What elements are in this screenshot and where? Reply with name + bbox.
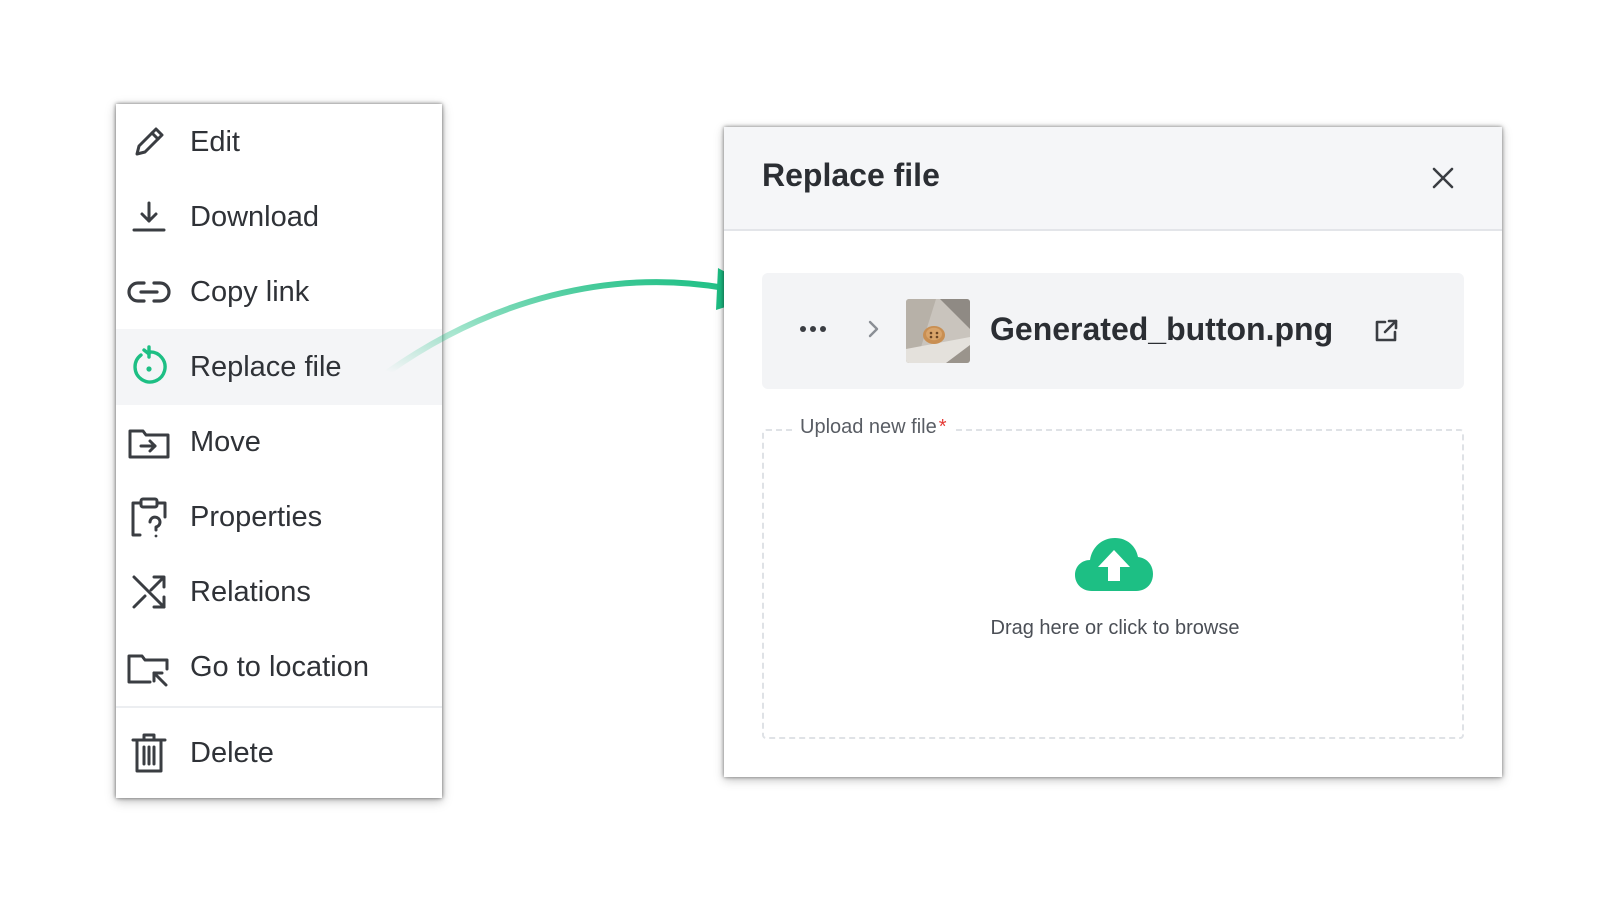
- menu-item-label: Edit: [190, 125, 240, 158]
- folder-goto-icon: [126, 644, 172, 690]
- menu-item-label: Download: [190, 200, 319, 233]
- menu-item-label: Replace file: [190, 350, 342, 383]
- close-icon: [1432, 167, 1454, 189]
- menu-item-relations[interactable]: Relations: [116, 554, 442, 630]
- menu-item-download[interactable]: Download: [116, 179, 442, 255]
- clipboard-question-icon: [126, 494, 172, 540]
- download-icon: [126, 194, 172, 240]
- dialog-header: Replace file: [724, 127, 1502, 231]
- file-thumbnail: [906, 299, 970, 363]
- upload-label-text: Upload new file: [800, 416, 937, 438]
- menu-item-label: Properties: [190, 500, 323, 533]
- context-menu: Edit Download Copy link Replace file Mov…: [116, 104, 442, 798]
- menu-item-label: Relations: [190, 575, 311, 608]
- link-icon: [126, 269, 172, 315]
- menu-item-delete[interactable]: Delete: [116, 708, 442, 798]
- cloud-upload-icon: [1074, 535, 1154, 593]
- menu-item-label: Delete: [190, 736, 274, 769]
- menu-item-move[interactable]: Move: [116, 404, 442, 480]
- external-link-icon[interactable]: [1372, 317, 1400, 345]
- file-name: Generated_button.png: [990, 311, 1334, 347]
- pencil-icon: [126, 119, 172, 165]
- chevron-right-icon: [866, 317, 882, 341]
- menu-item-edit[interactable]: Edit: [116, 104, 442, 180]
- replace-file-dialog: Replace file Generated_button.png Upload…: [724, 127, 1502, 777]
- shuffle-icon: [126, 569, 172, 615]
- file-breadcrumb-card: Generated_button.png: [762, 273, 1464, 389]
- menu-item-go-to-location[interactable]: Go to location: [116, 629, 442, 705]
- replace-icon: [126, 344, 172, 390]
- more-dots-icon[interactable]: [798, 317, 828, 341]
- menu-item-label: Go to location: [190, 650, 369, 683]
- dialog-title: Replace file: [762, 157, 940, 193]
- upload-label: Upload new file *: [794, 416, 953, 439]
- required-mark: *: [938, 416, 947, 438]
- upload-hint: Drag here or click to browse: [990, 617, 1240, 639]
- close-button[interactable]: [1428, 163, 1458, 193]
- menu-item-properties[interactable]: Properties: [116, 479, 442, 555]
- trash-icon: [126, 730, 172, 776]
- menu-item-label: Copy link: [190, 275, 310, 308]
- folder-move-icon: [126, 419, 172, 465]
- menu-item-label: Move: [190, 425, 261, 458]
- connector-arrow: [385, 268, 766, 375]
- upload-dropzone[interactable]: Upload new file * Drag here or click to b…: [762, 416, 1464, 739]
